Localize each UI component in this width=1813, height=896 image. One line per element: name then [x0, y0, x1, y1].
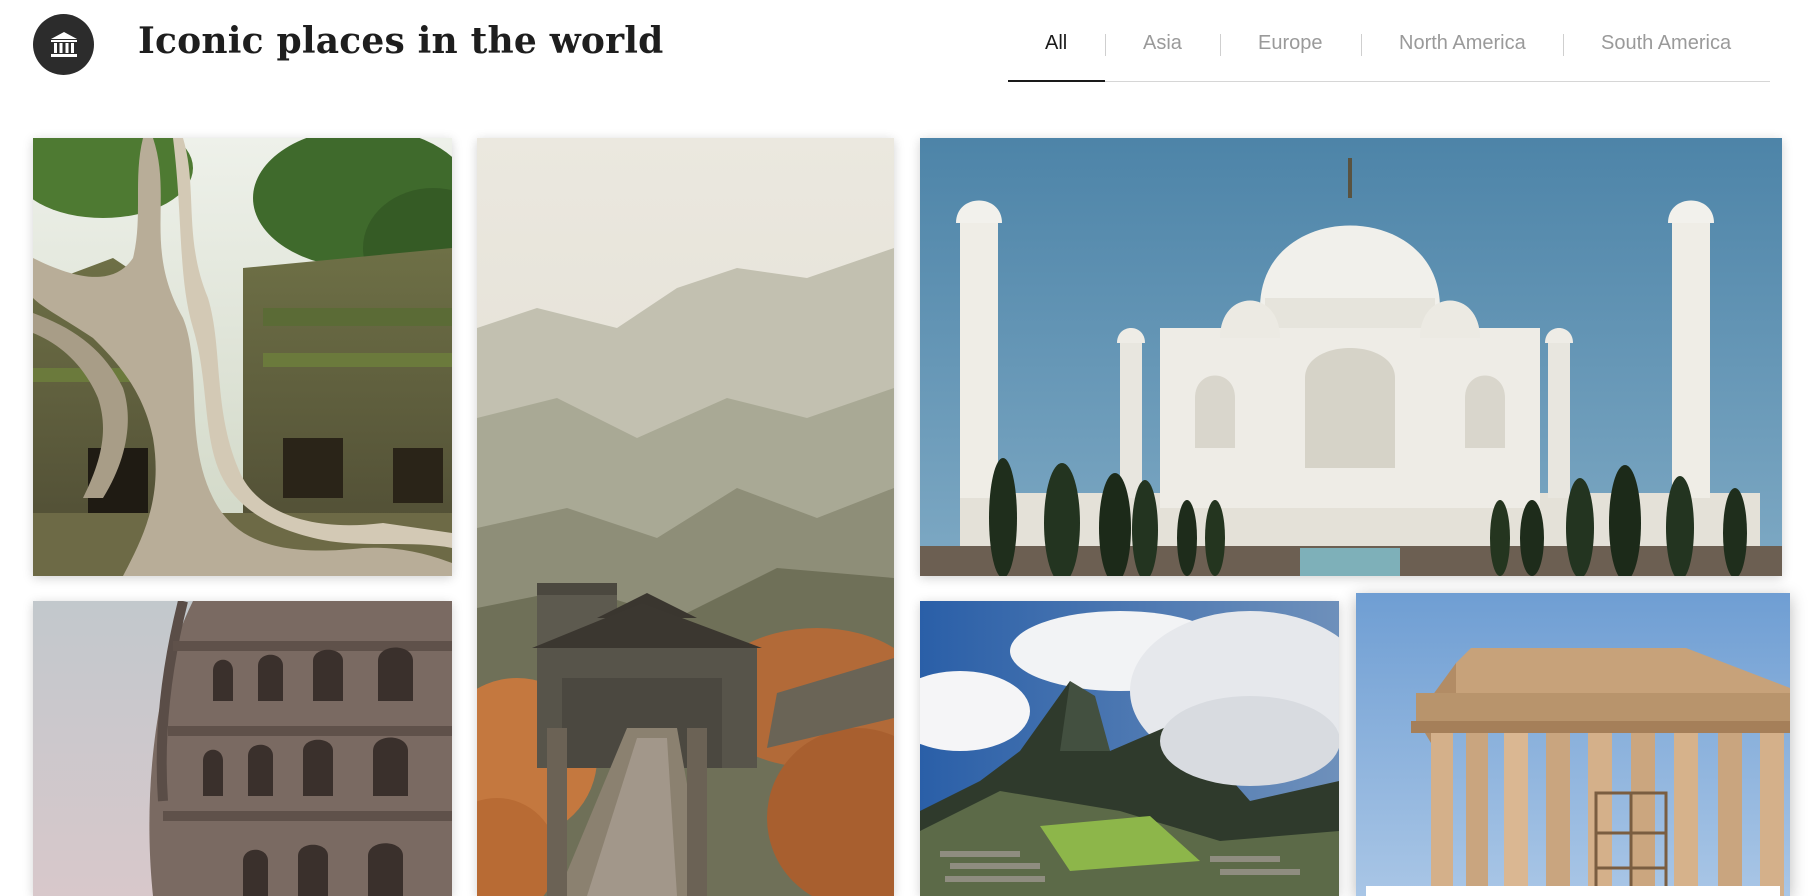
colosseum-photo — [33, 601, 452, 896]
great-wall-photo — [477, 138, 894, 896]
machu-picchu-photo — [920, 601, 1339, 896]
tab-separator — [1563, 34, 1564, 56]
tab-north-america[interactable]: North America — [1399, 32, 1526, 55]
tab-south-america[interactable]: South America — [1601, 32, 1731, 55]
gallery-card-taj-mahal[interactable] — [920, 138, 1782, 576]
tab-asia[interactable]: Asia — [1143, 32, 1182, 55]
tab-separator — [1361, 34, 1362, 56]
active-tab-indicator — [1008, 80, 1105, 82]
gallery-card-parthenon[interactable] — [1356, 593, 1790, 896]
page-title: Iconic places in the world — [138, 20, 664, 62]
gallery-card-colosseum[interactable] — [33, 601, 452, 896]
gallery-card-great-wall[interactable] — [477, 138, 894, 896]
tab-europe[interactable]: Europe — [1258, 32, 1323, 55]
logo[interactable] — [33, 14, 94, 75]
museum-icon — [50, 31, 77, 57]
tab-separator — [1105, 34, 1106, 56]
tab-all[interactable]: All — [1045, 32, 1067, 55]
parthenon-photo — [1356, 593, 1790, 896]
ta-prohm-photo — [33, 138, 452, 576]
region-tabs: All Asia Europe North America South Amer… — [1008, 14, 1770, 82]
tab-separator — [1220, 34, 1221, 56]
gallery-card-ta-prohm[interactable] — [33, 138, 452, 576]
gallery-card-machu-picchu[interactable] — [920, 601, 1339, 896]
taj-mahal-photo — [920, 138, 1782, 576]
